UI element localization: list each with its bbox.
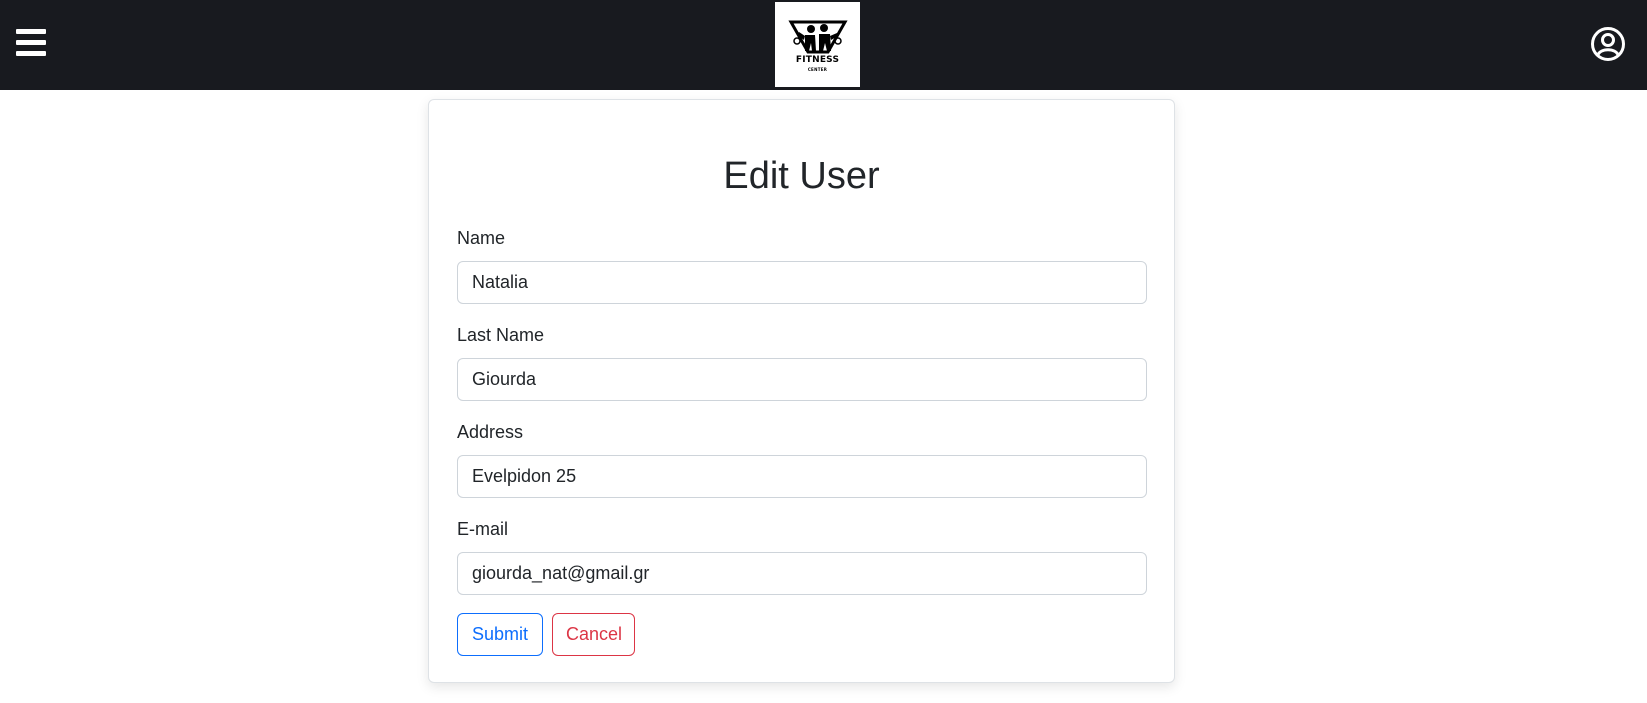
name-input[interactable] [457,261,1147,304]
last-name-label: Last Name [457,325,545,345]
top-navbar: FITNESS CENTER [0,0,1647,90]
page-title: Edit User [723,155,880,197]
email-input[interactable] [457,552,1147,595]
edit-user-card: Edit User Name Last Name Address E-mail … [428,99,1175,683]
logo-text: FITNESS [795,55,840,65]
logo-subtext: CENTER [807,67,828,72]
address-label: Address [457,422,524,442]
submit-button[interactable]: Submit [457,613,543,656]
fitness-center-logo[interactable]: FITNESS CENTER [775,2,860,87]
email-label: E-mail [457,519,509,539]
name-label: Name [457,228,506,248]
hamburger-menu-icon[interactable] [14,26,48,60]
address-input[interactable] [457,455,1147,498]
cancel-button[interactable]: Cancel [552,613,635,656]
last-name-input[interactable] [457,358,1147,401]
user-circle-icon[interactable] [1590,26,1626,62]
